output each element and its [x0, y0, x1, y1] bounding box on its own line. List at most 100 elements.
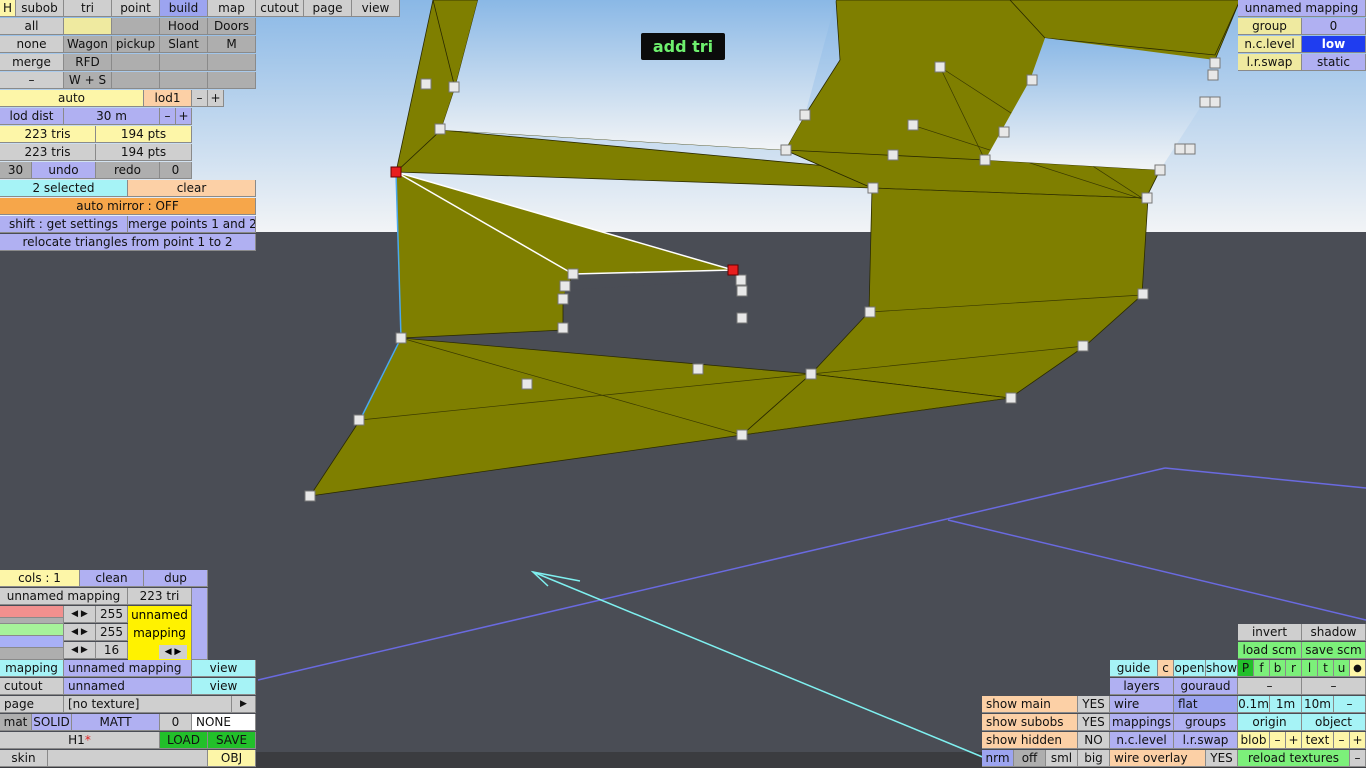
- lod-plus-button[interactable]: +: [208, 90, 224, 107]
- minus-button[interactable]: –: [0, 72, 64, 89]
- show-main-toggle[interactable]: YES: [1078, 696, 1110, 713]
- grid-1m-button[interactable]: 1m: [1270, 696, 1302, 713]
- save-button[interactable]: SAVE: [208, 732, 256, 749]
- swatch-stepper[interactable]: ◀ ▶: [159, 645, 187, 659]
- tab-cutout[interactable]: cutout: [256, 0, 304, 17]
- green-slider[interactable]: [0, 624, 64, 636]
- clear-selection-button[interactable]: clear: [128, 180, 256, 197]
- filter-empty-2[interactable]: [160, 54, 208, 71]
- blob-minus-button[interactable]: –: [1270, 732, 1286, 749]
- flat-button[interactable]: flat: [1174, 696, 1238, 713]
- tab-build[interactable]: build: [160, 0, 208, 17]
- normals-nrm-button[interactable]: nrm: [982, 750, 1014, 767]
- red-slider[interactable]: [0, 606, 64, 618]
- shadow-button[interactable]: shadow: [1302, 624, 1366, 641]
- relocate-triangles-button[interactable]: relocate triangles from point 1 to 2: [0, 234, 256, 251]
- page-value[interactable]: [no texture]: [64, 696, 232, 713]
- skin-value[interactable]: [48, 750, 208, 767]
- wire-overlay-toggle[interactable]: YES: [1206, 750, 1238, 767]
- lr-swap-value[interactable]: static: [1302, 54, 1366, 71]
- obj-button[interactable]: OBJ: [208, 750, 256, 767]
- filter-doors[interactable]: Doors: [208, 18, 256, 35]
- view-f-button[interactable]: f: [1254, 660, 1270, 677]
- view-u-button[interactable]: u: [1334, 660, 1350, 677]
- grid-minus-button[interactable]: –: [1334, 696, 1366, 713]
- mat-none-value[interactable]: NONE: [192, 714, 256, 731]
- nc-level-value[interactable]: low: [1302, 36, 1366, 53]
- filter-blank-2[interactable]: [112, 18, 160, 35]
- reload-minus-button[interactable]: –: [1350, 750, 1366, 767]
- load-button[interactable]: LOAD: [160, 732, 208, 749]
- filter-blank[interactable]: [64, 18, 112, 35]
- green-stepper[interactable]: ◀ ▶: [64, 624, 96, 641]
- color-swatch[interactable]: unnamed mapping ◀ ▶: [128, 606, 192, 660]
- dup-button[interactable]: dup: [144, 570, 208, 587]
- mapping-view-button[interactable]: view: [192, 660, 256, 677]
- origin-button[interactable]: origin: [1238, 714, 1302, 731]
- tab-point[interactable]: point: [112, 0, 160, 17]
- lod-dist-plus[interactable]: +: [176, 108, 192, 125]
- gouraud-button[interactable]: gouraud: [1174, 678, 1238, 695]
- tab-view[interactable]: view: [352, 0, 400, 17]
- filter-empty-5[interactable]: [160, 72, 208, 89]
- mapping-value[interactable]: unnamed mapping: [64, 660, 192, 677]
- normals-off-button[interactable]: off: [1014, 750, 1046, 767]
- filter-empty-3[interactable]: [208, 54, 256, 71]
- mappings-button[interactable]: mappings: [1110, 714, 1174, 731]
- filter-wagon[interactable]: Wagon: [64, 36, 112, 53]
- view-b-button[interactable]: b: [1270, 660, 1286, 677]
- blue-stepper[interactable]: ◀ ▶: [64, 642, 96, 659]
- auto-mirror-toggle[interactable]: auto mirror : OFF: [0, 198, 256, 215]
- filter-all[interactable]: all: [0, 18, 64, 35]
- view-t-button[interactable]: t: [1318, 660, 1334, 677]
- lod-level-button[interactable]: lod1: [144, 90, 192, 107]
- view-r-button[interactable]: r: [1286, 660, 1302, 677]
- filter-none[interactable]: none: [0, 36, 64, 53]
- c-button[interactable]: c: [1158, 660, 1174, 677]
- tab-subob[interactable]: subob: [16, 0, 64, 17]
- load-scm-button[interactable]: load scm: [1238, 642, 1302, 659]
- mat-zero-value[interactable]: 0: [160, 714, 192, 731]
- filter-m[interactable]: M: [208, 36, 256, 53]
- lod-minus-button[interactable]: –: [192, 90, 208, 107]
- invert-button[interactable]: invert: [1238, 624, 1302, 641]
- tab-h[interactable]: H: [0, 0, 16, 17]
- color-scrollbar[interactable]: [192, 588, 208, 660]
- grid-10m-button[interactable]: 10m: [1302, 696, 1334, 713]
- lod-auto-button[interactable]: auto: [0, 90, 144, 107]
- filter-empty-1[interactable]: [112, 54, 160, 71]
- show-button[interactable]: show: [1206, 660, 1238, 677]
- redo-button[interactable]: redo: [96, 162, 160, 179]
- filter-rfd[interactable]: RFD: [64, 54, 112, 71]
- filter-ws[interactable]: W + S: [64, 72, 112, 89]
- reload-textures-button[interactable]: reload textures: [1238, 750, 1350, 767]
- mat-solid-button[interactable]: SOLID: [32, 714, 72, 731]
- tab-page[interactable]: page: [304, 0, 352, 17]
- dash-button-2[interactable]: –: [1302, 678, 1366, 695]
- grid-01m-button[interactable]: 0.1m: [1238, 696, 1270, 713]
- filter-pickup[interactable]: pickup: [112, 36, 160, 53]
- selected-vertex-2[interactable]: [727, 264, 739, 276]
- blue-slider[interactable]: [0, 636, 64, 648]
- object-button[interactable]: object: [1302, 714, 1366, 731]
- open-button[interactable]: open: [1174, 660, 1206, 677]
- filter-empty-6[interactable]: [208, 72, 256, 89]
- wire-button[interactable]: wire: [1110, 696, 1174, 713]
- merge-points-button[interactable]: merge points 1 and 2: [128, 216, 256, 233]
- cutout-value[interactable]: unnamed: [64, 678, 192, 695]
- mat-matt-button[interactable]: MATT: [72, 714, 160, 731]
- filter-empty-4[interactable]: [112, 72, 160, 89]
- view-p-button[interactable]: P: [1238, 660, 1254, 677]
- groups-button[interactable]: groups: [1174, 714, 1238, 731]
- filter-hood[interactable]: Hood: [160, 18, 208, 35]
- clean-button[interactable]: clean: [80, 570, 144, 587]
- blob-plus-button[interactable]: +: [1286, 732, 1302, 749]
- lod-dist-minus[interactable]: –: [160, 108, 176, 125]
- text-plus-button[interactable]: +: [1350, 732, 1366, 749]
- group-value[interactable]: 0: [1302, 18, 1366, 35]
- save-scm-button[interactable]: save scm: [1302, 642, 1366, 659]
- page-arrow-icon[interactable]: ▶: [232, 696, 256, 713]
- nc-level-button[interactable]: n.c.level: [1110, 732, 1174, 749]
- tab-map[interactable]: map: [208, 0, 256, 17]
- shift-get-settings[interactable]: shift : get settings: [0, 216, 128, 233]
